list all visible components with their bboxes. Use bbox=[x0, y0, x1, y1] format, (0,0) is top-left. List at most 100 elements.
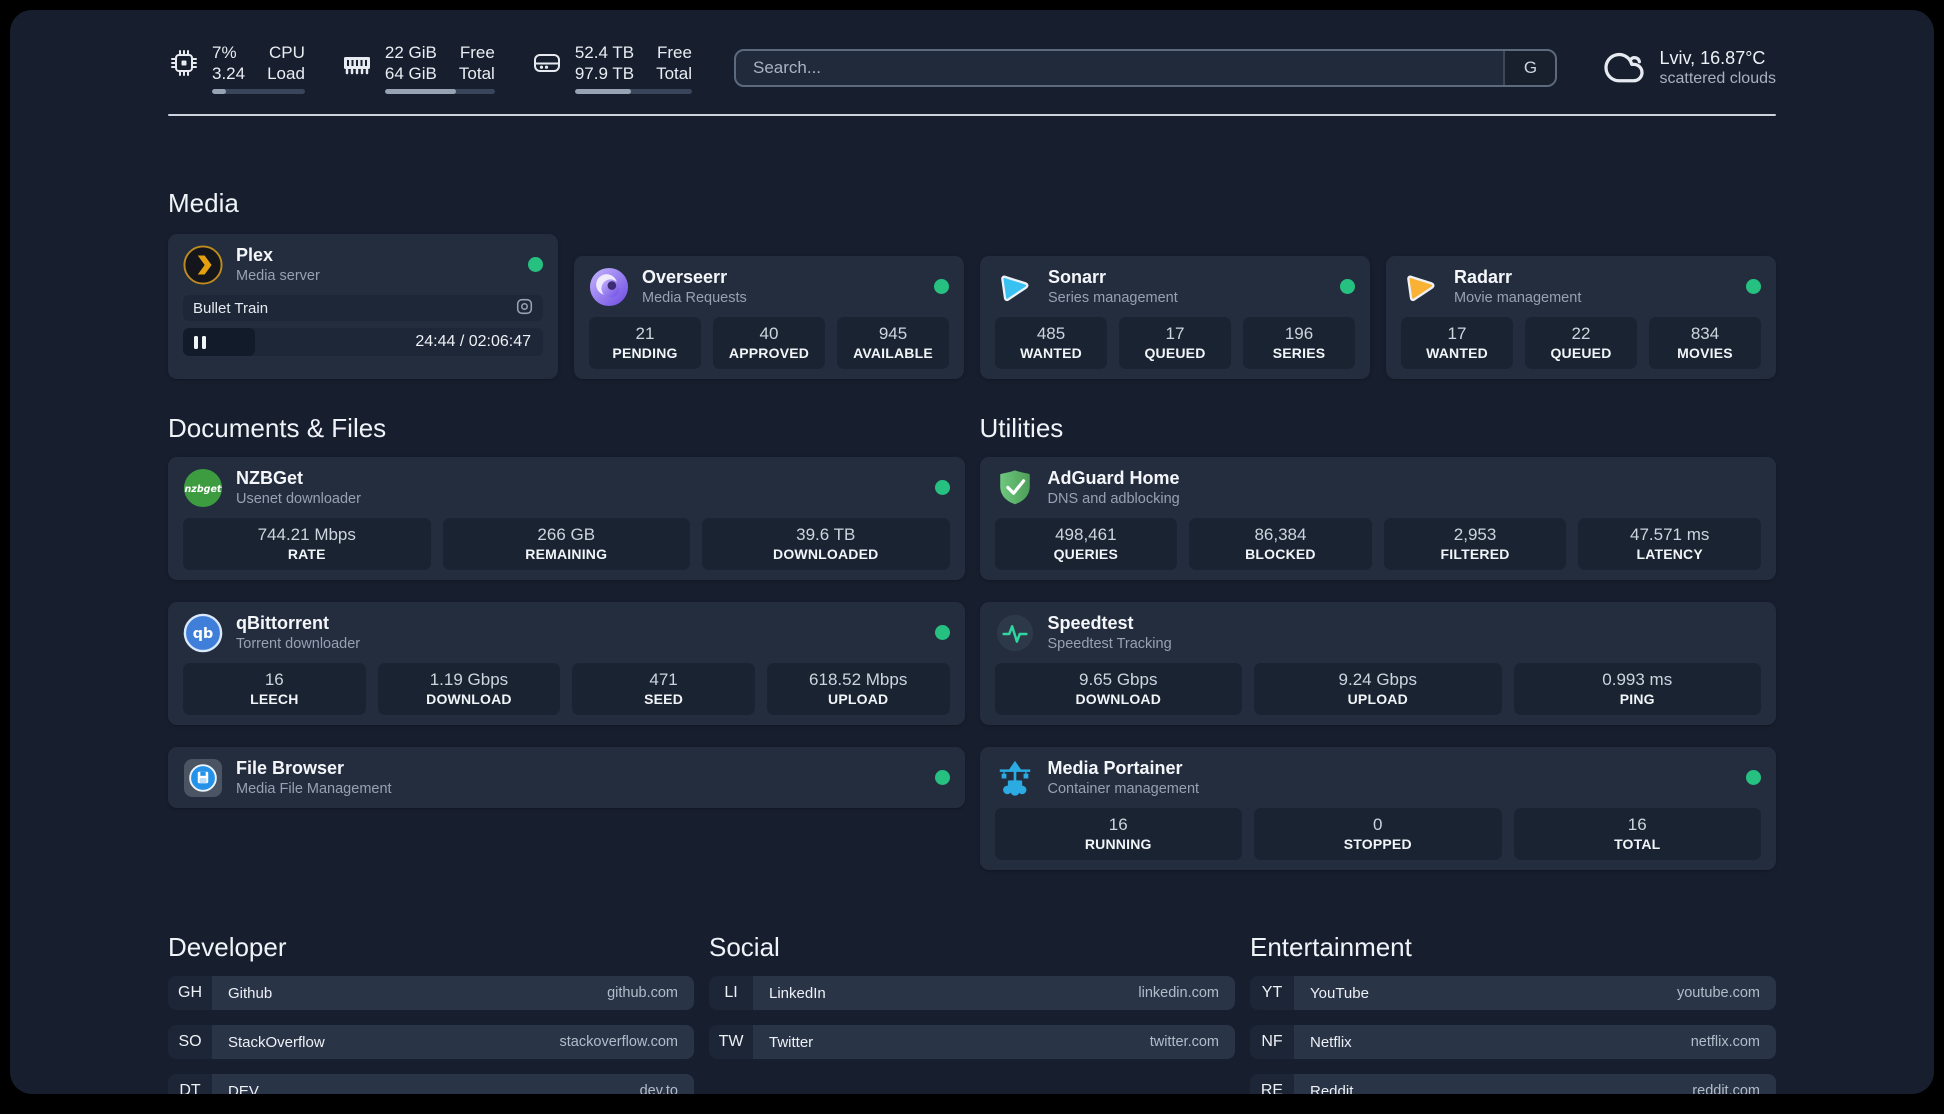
service-description: Usenet downloader bbox=[236, 491, 361, 507]
stat-box: 618.52 Mbps UPLOAD bbox=[766, 663, 950, 715]
service-description: Movie management bbox=[1454, 290, 1582, 306]
service-name: NZBGet bbox=[236, 468, 303, 488]
service-card-sonarr[interactable]: Sonarr Series management 485 WANTED 17 QUE… bbox=[980, 256, 1370, 379]
cloud-icon bbox=[1603, 48, 1645, 89]
stat-box: 0.993 ms PING bbox=[1513, 663, 1761, 715]
svg-text:qb: qb bbox=[193, 626, 213, 642]
bookmark-group-social: Social LI LinkedIn linkedin.com TW Twitt… bbox=[709, 932, 1235, 1094]
status-dot bbox=[1746, 770, 1761, 785]
pause-button[interactable] bbox=[194, 335, 206, 349]
weather-widget[interactable]: Lviv, 16.87°C scattered clouds bbox=[1603, 47, 1776, 89]
status-dot bbox=[528, 257, 543, 272]
radarr-icon bbox=[1401, 267, 1441, 307]
bookmark-youtube[interactable]: YT YouTube youtube.com bbox=[1250, 976, 1776, 1010]
service-card-plex[interactable]: Plex Media server Bullet Train 24:44 / 0… bbox=[168, 234, 558, 379]
dashboard-background: 7% 3.24 CPU Load 22 GiB 64 GiB Free Tota… bbox=[10, 10, 1934, 1094]
bookmark-abbr: TW bbox=[709, 1025, 753, 1059]
memory-total-label: Total bbox=[458, 64, 495, 83]
documents-column: Documents & Files nzbget NZBGet Usenet d… bbox=[168, 379, 965, 870]
stat-box: 498,461 QUERIES bbox=[994, 518, 1178, 570]
stat-box: 834 MOVIES bbox=[1649, 317, 1761, 369]
status-dot bbox=[934, 625, 950, 640]
bookmark-name: Netflix bbox=[1310, 1033, 1352, 1051]
plex-icon bbox=[183, 244, 223, 285]
memory-free-value: 22 GiB bbox=[384, 43, 437, 62]
disk-icon bbox=[531, 47, 563, 79]
service-description: Container management bbox=[1047, 781, 1200, 797]
bookmark-group-entertainment: Entertainment YT YouTube youtube.com NF … bbox=[1250, 932, 1776, 1094]
stat-box: 945 AVAILABLE bbox=[837, 317, 949, 369]
bookmark-group-developer: Developer GH Github github.com SO StackO… bbox=[168, 932, 694, 1094]
bookmark-stackoverflow[interactable]: SO StackOverflow stackoverflow.com bbox=[168, 1025, 694, 1059]
resource-widgets: 7% 3.24 CPU Load 22 GiB 64 GiB Free Tota… bbox=[168, 42, 692, 94]
bookmark-github[interactable]: GH Github github.com bbox=[168, 976, 694, 1010]
service-card-radarr[interactable]: Radarr Movie management 17 WANTED 22 QUEUE… bbox=[1386, 256, 1776, 379]
disk-free-value: 52.4 TB bbox=[574, 43, 635, 62]
disk-free-label: Free bbox=[657, 43, 692, 62]
service-description: Media server bbox=[236, 268, 320, 284]
service-card-adguard[interactable]: AdGuard Home DNS and adblocking 498,461 Q… bbox=[979, 457, 1776, 580]
bookmark-url: stackoverflow.com bbox=[559, 1034, 678, 1050]
service-card-nzbget[interactable]: nzbget NZBGet Usenet downloader 744.21 M… bbox=[168, 457, 965, 580]
bookmark-url: dev.to bbox=[639, 1083, 678, 1094]
stat-box: 485 WANTED bbox=[995, 317, 1107, 369]
cpu-icon bbox=[168, 47, 200, 79]
service-description: Media File Management bbox=[236, 781, 392, 797]
weather-location-temp: Lviv, 16.87°C bbox=[1659, 48, 1766, 68]
bookmark-twitter[interactable]: TW Twitter twitter.com bbox=[709, 1025, 1235, 1059]
status-dot bbox=[934, 480, 950, 495]
svg-text:nzbget: nzbget bbox=[185, 483, 222, 494]
service-card-qbittorrent[interactable]: qb qBittorrent Torrent downloader 16 LEEC… bbox=[168, 602, 965, 725]
status-dot bbox=[934, 770, 950, 785]
stat-box: 86,384 BLOCKED bbox=[1189, 518, 1372, 570]
bookmark-netflix[interactable]: NF Netflix netflix.com bbox=[1250, 1025, 1776, 1059]
service-description: Torrent downloader bbox=[236, 636, 361, 652]
service-name: Speedtest bbox=[1047, 613, 1134, 633]
cpu-usage-bar bbox=[212, 89, 305, 94]
stat-box: 9.65 Gbps DOWNLOAD bbox=[994, 663, 1242, 715]
bookmark-name: Reddit bbox=[1310, 1082, 1354, 1095]
disk-total-label: Total bbox=[656, 64, 692, 83]
service-card-overseerr[interactable]: Overseerr Media Requests 21 PENDING 40 APP… bbox=[574, 256, 964, 379]
cpu-load-value: 3.24 bbox=[212, 64, 246, 83]
bookmark-name: LinkedIn bbox=[769, 984, 826, 1002]
sonarr-icon bbox=[995, 267, 1035, 307]
bookmark-reddit[interactable]: RE Reddit reddit.com bbox=[1250, 1074, 1776, 1094]
search-provider-button[interactable]: G bbox=[1503, 51, 1556, 85]
service-description: Series management bbox=[1048, 290, 1178, 306]
disk-usage-bar bbox=[574, 89, 692, 94]
adguard-icon bbox=[995, 468, 1035, 508]
filebrowser-icon bbox=[183, 758, 223, 798]
bookmark-abbr: GH bbox=[168, 976, 212, 1010]
status-dot bbox=[1340, 279, 1355, 294]
disk-widget: 52.4 TB 97.9 TB Free Total bbox=[531, 42, 692, 94]
service-card-portainer[interactable]: Media Portainer Container management 16 R… bbox=[979, 747, 1776, 870]
weather-condition: scattered clouds bbox=[1659, 70, 1776, 87]
bookmark-linkedin[interactable]: LI LinkedIn linkedin.com bbox=[709, 976, 1235, 1010]
stat-box: 40 APPROVED bbox=[713, 317, 825, 369]
bookmark-abbr: SO bbox=[168, 1025, 212, 1059]
cpu-widget: 7% 3.24 CPU Load bbox=[168, 42, 305, 94]
service-card-speedtest[interactable]: Speedtest Speedtest Tracking 9.65 Gbps DO… bbox=[979, 602, 1776, 725]
status-dot bbox=[1746, 279, 1761, 294]
bookmark-name: Github bbox=[228, 984, 273, 1002]
section-title-documents: Documents & Files bbox=[168, 413, 387, 443]
search-input[interactable] bbox=[735, 51, 1504, 85]
bookmark-url: twitter.com bbox=[1149, 1034, 1219, 1050]
service-card-filebrowser[interactable]: File Browser Media File Management bbox=[168, 747, 965, 808]
memory-usage-bar bbox=[384, 89, 495, 94]
bookmark-abbr: LI bbox=[709, 976, 753, 1010]
video-view-icon bbox=[516, 298, 533, 319]
service-name: Radarr bbox=[1454, 267, 1513, 287]
section-title-developer: Developer bbox=[168, 932, 287, 962]
stat-box: 471 SEED bbox=[572, 663, 755, 715]
bookmark-abbr: DT bbox=[168, 1074, 212, 1094]
status-dot bbox=[934, 279, 949, 294]
media-card-row: Plex Media server Bullet Train 24:44 / 0… bbox=[168, 234, 1776, 379]
service-description: DNS and adblocking bbox=[1047, 491, 1180, 507]
bookmark-abbr: YT bbox=[1250, 976, 1294, 1010]
bookmark-dev[interactable]: DT DEV dev.to bbox=[168, 1074, 694, 1094]
stat-box: 17 QUEUED bbox=[1119, 317, 1231, 369]
memory-widget: 22 GiB 64 GiB Free Total bbox=[341, 42, 495, 94]
stat-box: 266 GB REMAINING bbox=[442, 518, 690, 570]
